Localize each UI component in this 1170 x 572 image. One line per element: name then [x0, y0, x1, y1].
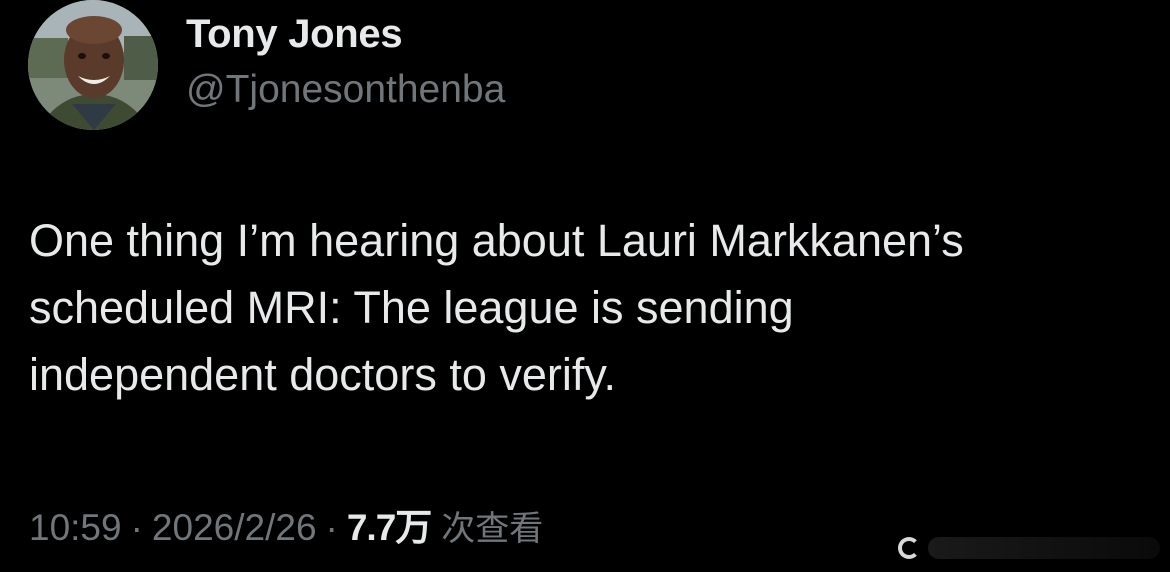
meta-separator: · — [325, 507, 338, 548]
views-count[interactable]: 7.7万 — [347, 497, 432, 551]
tweet-meta: 10:59 · 2026/2/26 · 7.7万 次查看 — [29, 497, 543, 551]
meta-separator: · — [130, 507, 143, 548]
tweet-date[interactable]: 2026/2/26 — [152, 507, 317, 549]
tweet-text-line: One thing I’m hearing about Lauri Markka… — [29, 215, 964, 266]
tweet-text: One thing I’m hearing about Lauri Markka… — [29, 207, 1139, 408]
author-handle[interactable]: @Tjonesonthenba — [186, 68, 505, 112]
views-label: 次查看 — [441, 509, 544, 549]
tweet-text-line: independent doctors to verify. — [29, 349, 617, 400]
tweet-card: Tony Jones @Tjonesonthenba One thing I’m… — [0, 0, 1170, 572]
tweet-text-line: scheduled MRI: The league is sending — [29, 282, 794, 333]
watermark-logo-icon — [898, 537, 920, 559]
author-avatar[interactable] — [28, 0, 158, 130]
tweet-time[interactable]: 10:59 — [29, 507, 122, 549]
author-name[interactable]: Tony Jones — [186, 12, 403, 57]
avatar-photo-icon — [28, 0, 158, 130]
watermark-text-blur — [928, 537, 1160, 559]
watermark — [898, 528, 1160, 568]
